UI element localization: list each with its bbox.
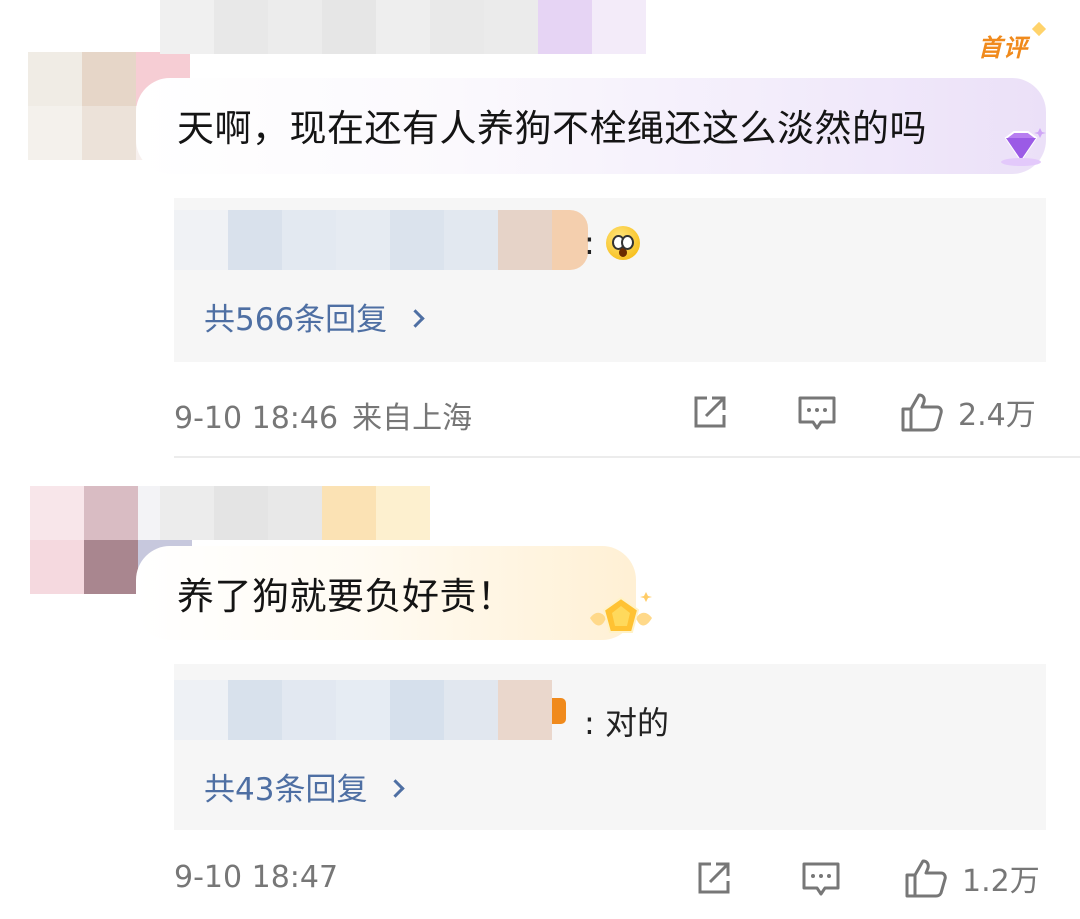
- first-comment-badge: 首评: [978, 28, 1028, 63]
- comment-location: 来自上海: [352, 401, 473, 436]
- reply-username[interactable]: [174, 210, 588, 270]
- comment-meta: 9-10 18:47: [174, 860, 338, 895]
- username[interactable]: [160, 486, 430, 540]
- comment-meta: 9-10 18:46 来自上海: [174, 393, 472, 437]
- share-button[interactable]: [694, 858, 734, 898]
- comment-item: 首评 天啊，现在还有人养狗不栓绳还这么淡然的吗 : 共566条回复 9-10 1…: [0, 0, 1080, 458]
- reply-preview-box[interactable]: : 对的 共43条回复: [174, 664, 1046, 830]
- like-count: 2.4万: [958, 398, 1036, 433]
- thumbs-up-icon: [905, 859, 947, 898]
- like-count: 1.2万: [962, 864, 1040, 899]
- reply-count-label: 共43条回复: [204, 772, 368, 808]
- reply-preview-text: : 对的: [584, 704, 669, 742]
- comment-item: 养了狗就要负好责！ : 对的 共43条回复 9-10 18:47 1.2万: [0, 458, 1080, 919]
- reply-count-label: 共566条回复: [204, 302, 388, 338]
- gold-gem-icon: [590, 592, 652, 633]
- comment-icon: [802, 862, 840, 896]
- comment-text: 养了狗就要负好责！: [177, 575, 515, 618]
- reply-count-link[interactable]: 共566条回复: [204, 294, 425, 339]
- shocked-face-emoji: [606, 226, 640, 260]
- comment-button[interactable]: [797, 394, 837, 432]
- comment-icon: [798, 396, 836, 430]
- reply-preview-text: :: [584, 224, 595, 262]
- chevron-right-icon: [406, 309, 425, 328]
- comment-text: 天啊，现在还有人养狗不栓绳还这么淡然的吗: [177, 107, 927, 150]
- comment-time: 9-10 18:46: [174, 401, 339, 436]
- reply-username[interactable]: [174, 680, 566, 740]
- chevron-right-icon: [386, 779, 406, 798]
- like-button[interactable]: 1.2万: [904, 856, 1040, 900]
- comment-time: 9-10 18:47: [174, 860, 339, 895]
- reply-preview-box[interactable]: : 共566条回复: [174, 198, 1046, 362]
- username[interactable]: [160, 0, 646, 54]
- reply-count-link[interactable]: 共43条回复: [204, 764, 406, 809]
- share-icon: [698, 862, 730, 894]
- share-button[interactable]: [690, 392, 730, 432]
- comment-button[interactable]: [801, 860, 841, 898]
- purple-diamond-icon: [1001, 128, 1046, 166]
- like-button[interactable]: 2.4万: [900, 390, 1036, 434]
- thumbs-up-icon: [901, 393, 943, 432]
- share-icon: [694, 396, 726, 428]
